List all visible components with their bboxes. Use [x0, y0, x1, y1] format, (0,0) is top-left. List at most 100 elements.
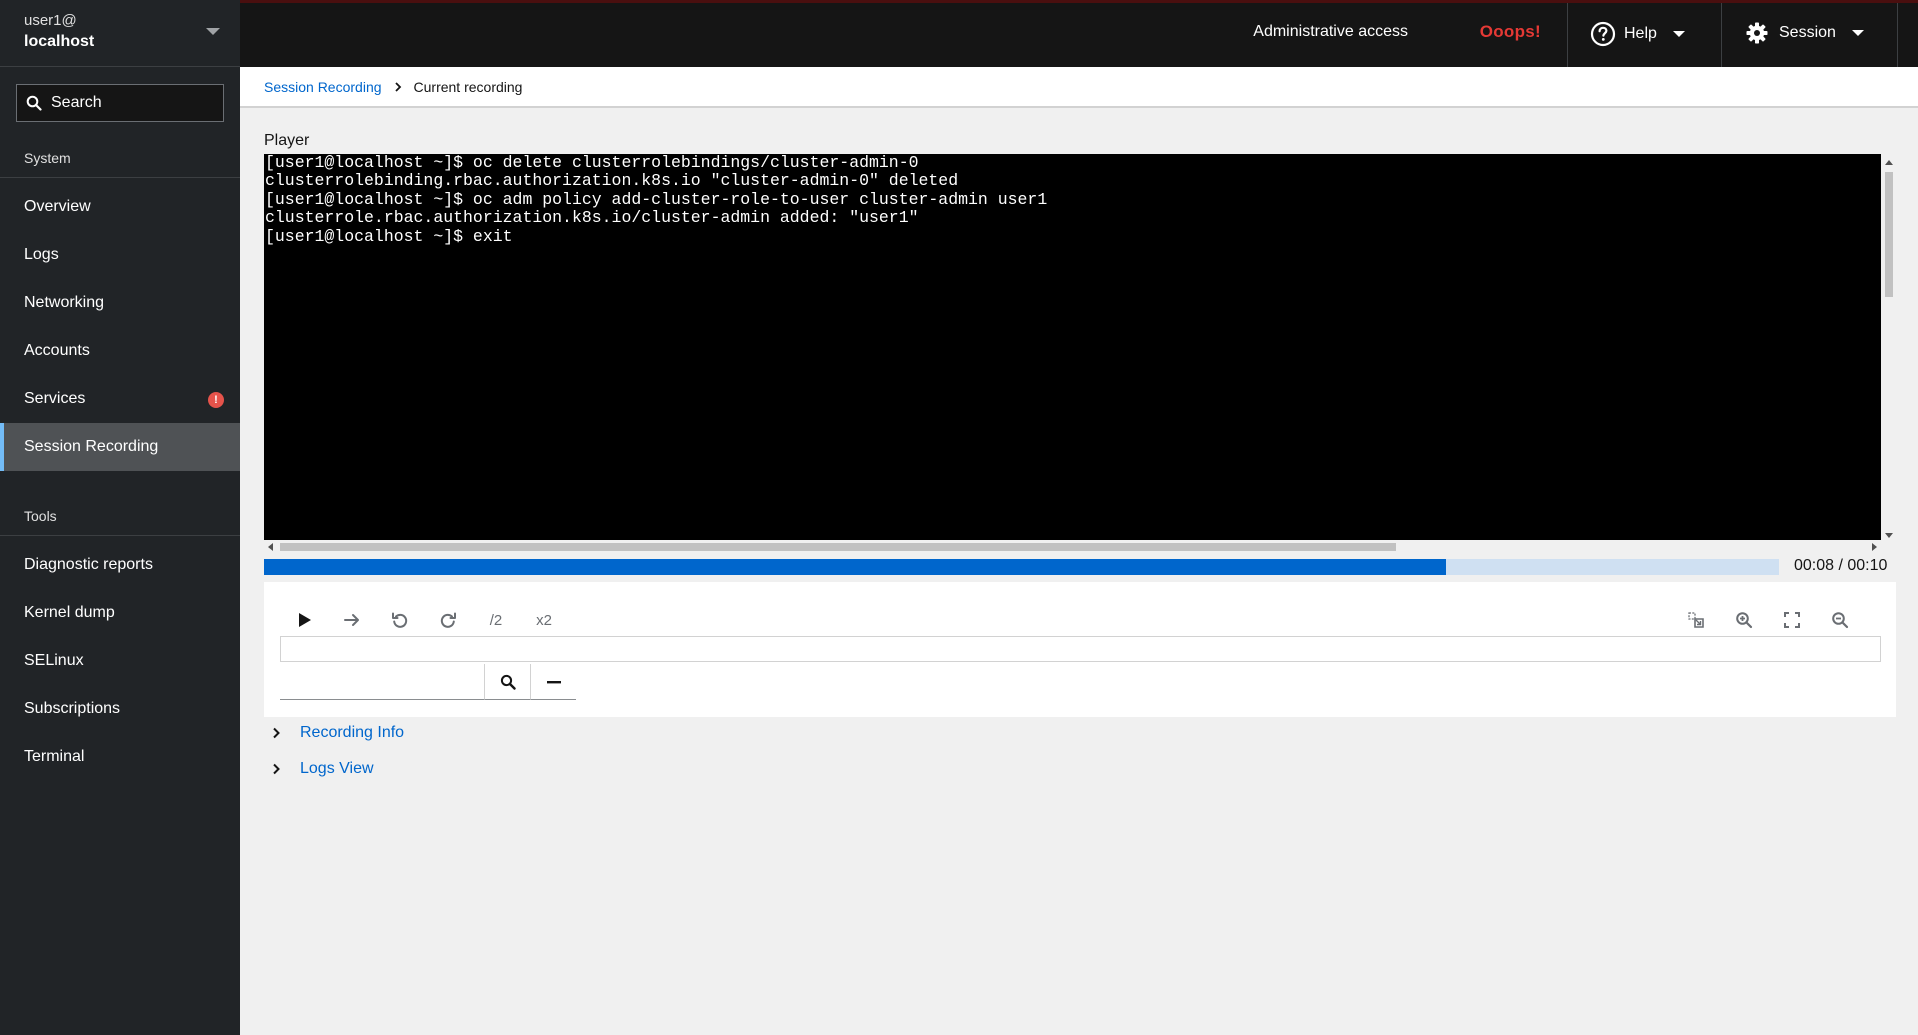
expand-icon [1784, 612, 1800, 628]
recording-search-input[interactable] [280, 664, 484, 700]
scroll-down-icon[interactable] [1885, 533, 1893, 538]
player-title: Player [264, 132, 310, 149]
breadcrumb: Session Recording Current recording [240, 67, 1918, 108]
chevron-down-icon [206, 28, 220, 35]
terminal-line: [user1@localhost ~]$ oc adm policy add-c… [265, 189, 1048, 209]
terminal-line: clusterrolebinding.rbac.authorization.k8… [265, 171, 959, 191]
search-label: Search [51, 94, 102, 111]
sidebar-item-kernel-dump[interactable]: Kernel dump [0, 589, 240, 637]
error-badge-icon: ! [208, 392, 224, 408]
divider [1897, 3, 1898, 70]
scrollbar-thumb[interactable] [280, 543, 1396, 551]
gear-icon [1746, 22, 1768, 44]
sidebar-item-label: Session Recording [24, 438, 159, 455]
sidebar-item-overview[interactable]: Overview [0, 183, 240, 231]
arrow-right-icon [344, 614, 359, 626]
scroll-up-icon[interactable] [1885, 160, 1893, 165]
sidebar-item-label: Services [24, 390, 86, 407]
terminal-line: clusterrole.rbac.authorization.k8s.io/cl… [265, 208, 919, 228]
skip-frame-button[interactable] [332, 600, 372, 640]
sidebar-item-selinux[interactable]: SELinux [0, 637, 240, 685]
play-button[interactable] [284, 600, 324, 640]
recording-search-clear-button[interactable] [530, 664, 576, 700]
host-switcher[interactable]: user1@ localhost [0, 0, 240, 67]
redo-icon [440, 612, 456, 628]
restore-zoom-icon [1688, 612, 1704, 628]
help-icon [1590, 21, 1616, 47]
breadcrumb-link-session-recording[interactable]: Session Recording [264, 79, 382, 95]
chevron-right-icon [394, 79, 402, 95]
chevron-right-icon [264, 727, 288, 739]
scroll-right-icon[interactable] [1872, 543, 1877, 551]
chevron-down-icon [1672, 31, 1685, 37]
administrative-access-button[interactable]: Administrative access [1253, 21, 1408, 43]
fit-to-screen-button[interactable] [1772, 600, 1812, 640]
sidebar-item-label: Networking [24, 294, 105, 311]
sidebar-item-diagnostic-reports[interactable]: Diagnostic reports [0, 541, 240, 589]
breadcrumb-current: Current recording [413, 78, 523, 95]
sidebar-item-subscriptions[interactable]: Subscriptions [0, 685, 240, 733]
zoom-in-icon [1736, 612, 1753, 629]
logs-view-expander[interactable]: Logs View [264, 760, 374, 778]
nav-system: System Overview Logs Networking Accounts… [0, 136, 240, 471]
nav-tools: Tools Diagnostic reports Kernel dump SEL… [0, 494, 240, 781]
restart-button[interactable] [380, 600, 420, 640]
search-icon [26, 95, 42, 111]
sidebar-item-networking[interactable]: Networking [0, 279, 240, 327]
time-readout: 00:08 / 00:10 [1794, 557, 1888, 574]
zoom-in-button[interactable] [1724, 600, 1764, 640]
minus-icon [546, 680, 561, 683]
sidebar-item-accounts[interactable]: Accounts [0, 327, 240, 375]
sidebar-item-label: Diagnostic reports [24, 556, 153, 573]
nav-header-system: System [0, 136, 240, 178]
scrollbar-thumb[interactable] [1885, 172, 1893, 297]
undo-icon [392, 612, 408, 628]
recording-info-expander[interactable]: Recording Info [264, 724, 404, 742]
sidebar-item-terminal[interactable]: Terminal [0, 733, 240, 781]
recording-info-label: Recording Info [300, 724, 405, 741]
search-results-bar [280, 636, 1881, 662]
progress-fill [264, 559, 1446, 575]
help-label: Help [1624, 25, 1657, 42]
host-name: localhost [24, 33, 95, 50]
terminal-line: [user1@localhost ~]$ exit [265, 226, 513, 246]
nav-header-tools: Tools [0, 494, 240, 536]
terminal-line: [user1@localhost ~]$ oc delete clusterro… [265, 154, 919, 172]
scroll-left-icon[interactable] [268, 543, 273, 551]
terminal-screen[interactable]: [user1@localhost ~]$ oc delete clusterro… [264, 154, 1881, 540]
top-header: Administrative access Ooops! Help Sessio… [240, 0, 1918, 70]
play-icon [299, 613, 311, 627]
fast-forward-button[interactable] [428, 600, 468, 640]
chevron-down-icon [1851, 30, 1864, 36]
zoom-out-button[interactable] [1820, 600, 1860, 640]
recording-search-button[interactable] [484, 664, 530, 700]
help-menu[interactable]: Help [1590, 21, 1685, 47]
sidebar-item-label: SELinux [24, 652, 84, 669]
divider [1721, 3, 1722, 70]
search-input[interactable]: Search [16, 84, 224, 122]
speed-up-button[interactable]: x2 [524, 600, 564, 640]
restore-zoom-button[interactable] [1676, 600, 1716, 640]
player-controls: /2 x2 [264, 582, 1896, 717]
zoom-out-icon [1832, 612, 1849, 629]
sidebar-item-label: Overview [24, 198, 91, 215]
sidebar-item-logs[interactable]: Logs [0, 231, 240, 279]
horizontal-scrollbar[interactable] [264, 540, 1881, 553]
playback-progress-bar[interactable] [264, 559, 1779, 575]
session-menu[interactable]: Session [1745, 21, 1864, 45]
chevron-right-icon [264, 763, 288, 775]
host-user: user1@ [24, 12, 77, 29]
sidebar-item-services[interactable]: Services ! [0, 375, 240, 423]
sidebar-item-label: Subscriptions [24, 700, 121, 717]
ooops-button[interactable]: Ooops! [1480, 22, 1541, 42]
sidebar-item-label: Accounts [24, 342, 90, 359]
sidebar-item-session-recording[interactable]: Session Recording [0, 423, 240, 471]
sidebar: user1@ localhost Search System Overview … [0, 0, 240, 1035]
sidebar-item-label: Kernel dump [24, 604, 115, 621]
session-label: Session [1779, 24, 1836, 41]
vertical-scrollbar[interactable] [1882, 154, 1896, 540]
speed-down-button[interactable]: /2 [476, 600, 516, 640]
logs-view-label: Logs View [300, 760, 374, 777]
sidebar-item-label: Logs [24, 246, 59, 263]
divider [1567, 3, 1568, 70]
